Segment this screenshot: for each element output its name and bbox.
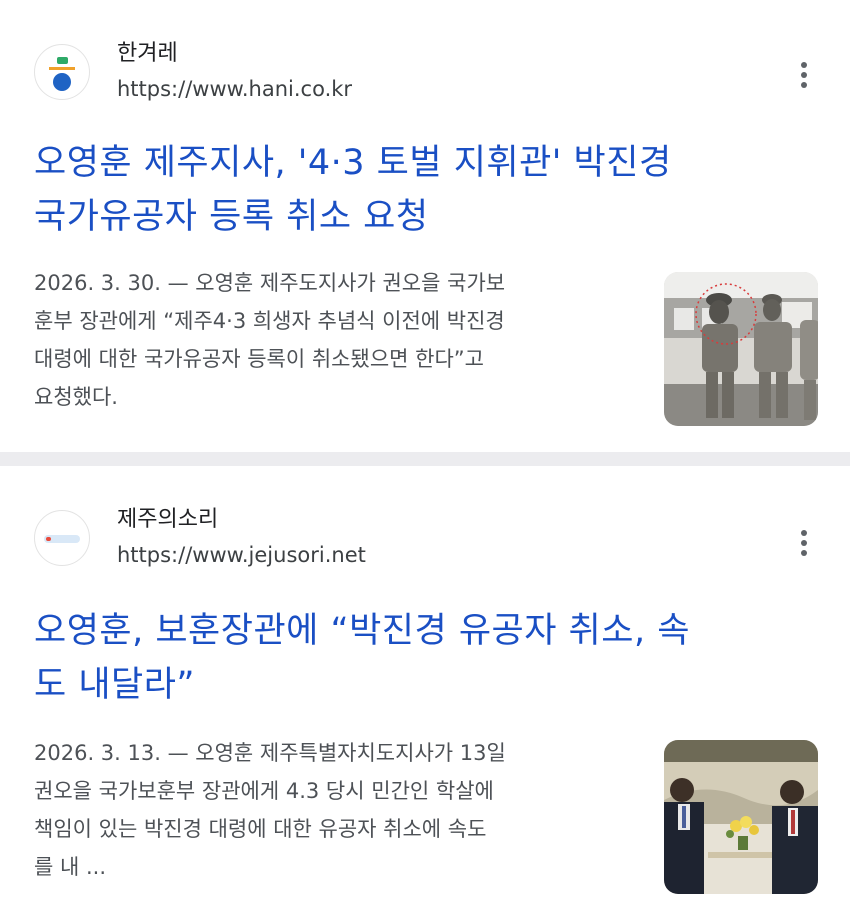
- more-vert-icon[interactable]: [794, 530, 814, 560]
- headline-line: 오영훈, 보훈장관에 “박진경 유공자 취소, 속: [34, 611, 690, 651]
- result-thumbnail[interactable]: [664, 740, 818, 894]
- search-result-hani: 한겨레 https://www.hani.co.kr 오영훈 제주지사, '4·…: [0, 0, 850, 452]
- search-result-jejusori: 제주의소리 https://www.jejusori.net 오영훈, 보훈장관…: [0, 466, 850, 913]
- result-thumbnail[interactable]: [664, 272, 818, 426]
- snippet-line: 훈부 장관에게 “제주4·3 희생자 추념식 이전에 박진경: [34, 309, 505, 333]
- source-name: 제주의소리: [117, 507, 219, 532]
- result-headline-link[interactable]: 오영훈 제주지사, '4·3 토벌 지휘관' 박진경 국가유공자 등록 취소 요…: [34, 136, 794, 244]
- snippet-line: 책임이 있는 박진경 대령에 대한 유공자 취소에 속도: [34, 817, 487, 841]
- snippet-line: 권오을 국가보훈부 장관에게 4.3 당시 민간인 학살에: [34, 779, 494, 803]
- result-snippet: 2026. 3. 13. — 오영훈 제주특별자치도지사가 13일 권오을 국가…: [34, 734, 634, 886]
- snippet-line: 를 내 ...: [34, 855, 107, 879]
- headline-line: 오영훈 제주지사, '4·3 토벌 지휘관' 박진경: [34, 143, 672, 183]
- source-name: 한겨레: [117, 41, 178, 66]
- jejusori-logo-icon: [34, 510, 90, 566]
- source-row[interactable]: 한겨레 https://www.hani.co.kr: [34, 40, 352, 104]
- more-vert-icon[interactable]: [794, 62, 814, 92]
- headline-line: 국가유공자 등록 취소 요청: [34, 197, 429, 237]
- source-url: https://www.jejusori.net: [117, 543, 366, 567]
- snippet-line: 요청했다.: [34, 385, 118, 409]
- result-headline-link[interactable]: 오영훈, 보훈장관에 “박진경 유공자 취소, 속 도 내달라”: [34, 604, 794, 712]
- source-row[interactable]: 제주의소리 https://www.jejusori.net: [34, 506, 366, 570]
- source-url: https://www.hani.co.kr: [117, 77, 353, 101]
- result-snippet: 2026. 3. 30. — 오영훈 제주도지사가 권오을 국가보 훈부 장관에…: [34, 264, 634, 416]
- snippet-line: 대령에 대한 국가유공자 등록이 취소됐으면 한다”고: [34, 347, 484, 371]
- hani-logo-icon: [34, 44, 90, 100]
- snippet-line: 2026. 3. 13. — 오영훈 제주특별자치도지사가 13일: [34, 741, 506, 765]
- headline-line: 도 내달라”: [34, 665, 196, 705]
- snippet-line: 2026. 3. 30. — 오영훈 제주도지사가 권오을 국가보: [34, 271, 506, 295]
- result-divider: [0, 452, 850, 466]
